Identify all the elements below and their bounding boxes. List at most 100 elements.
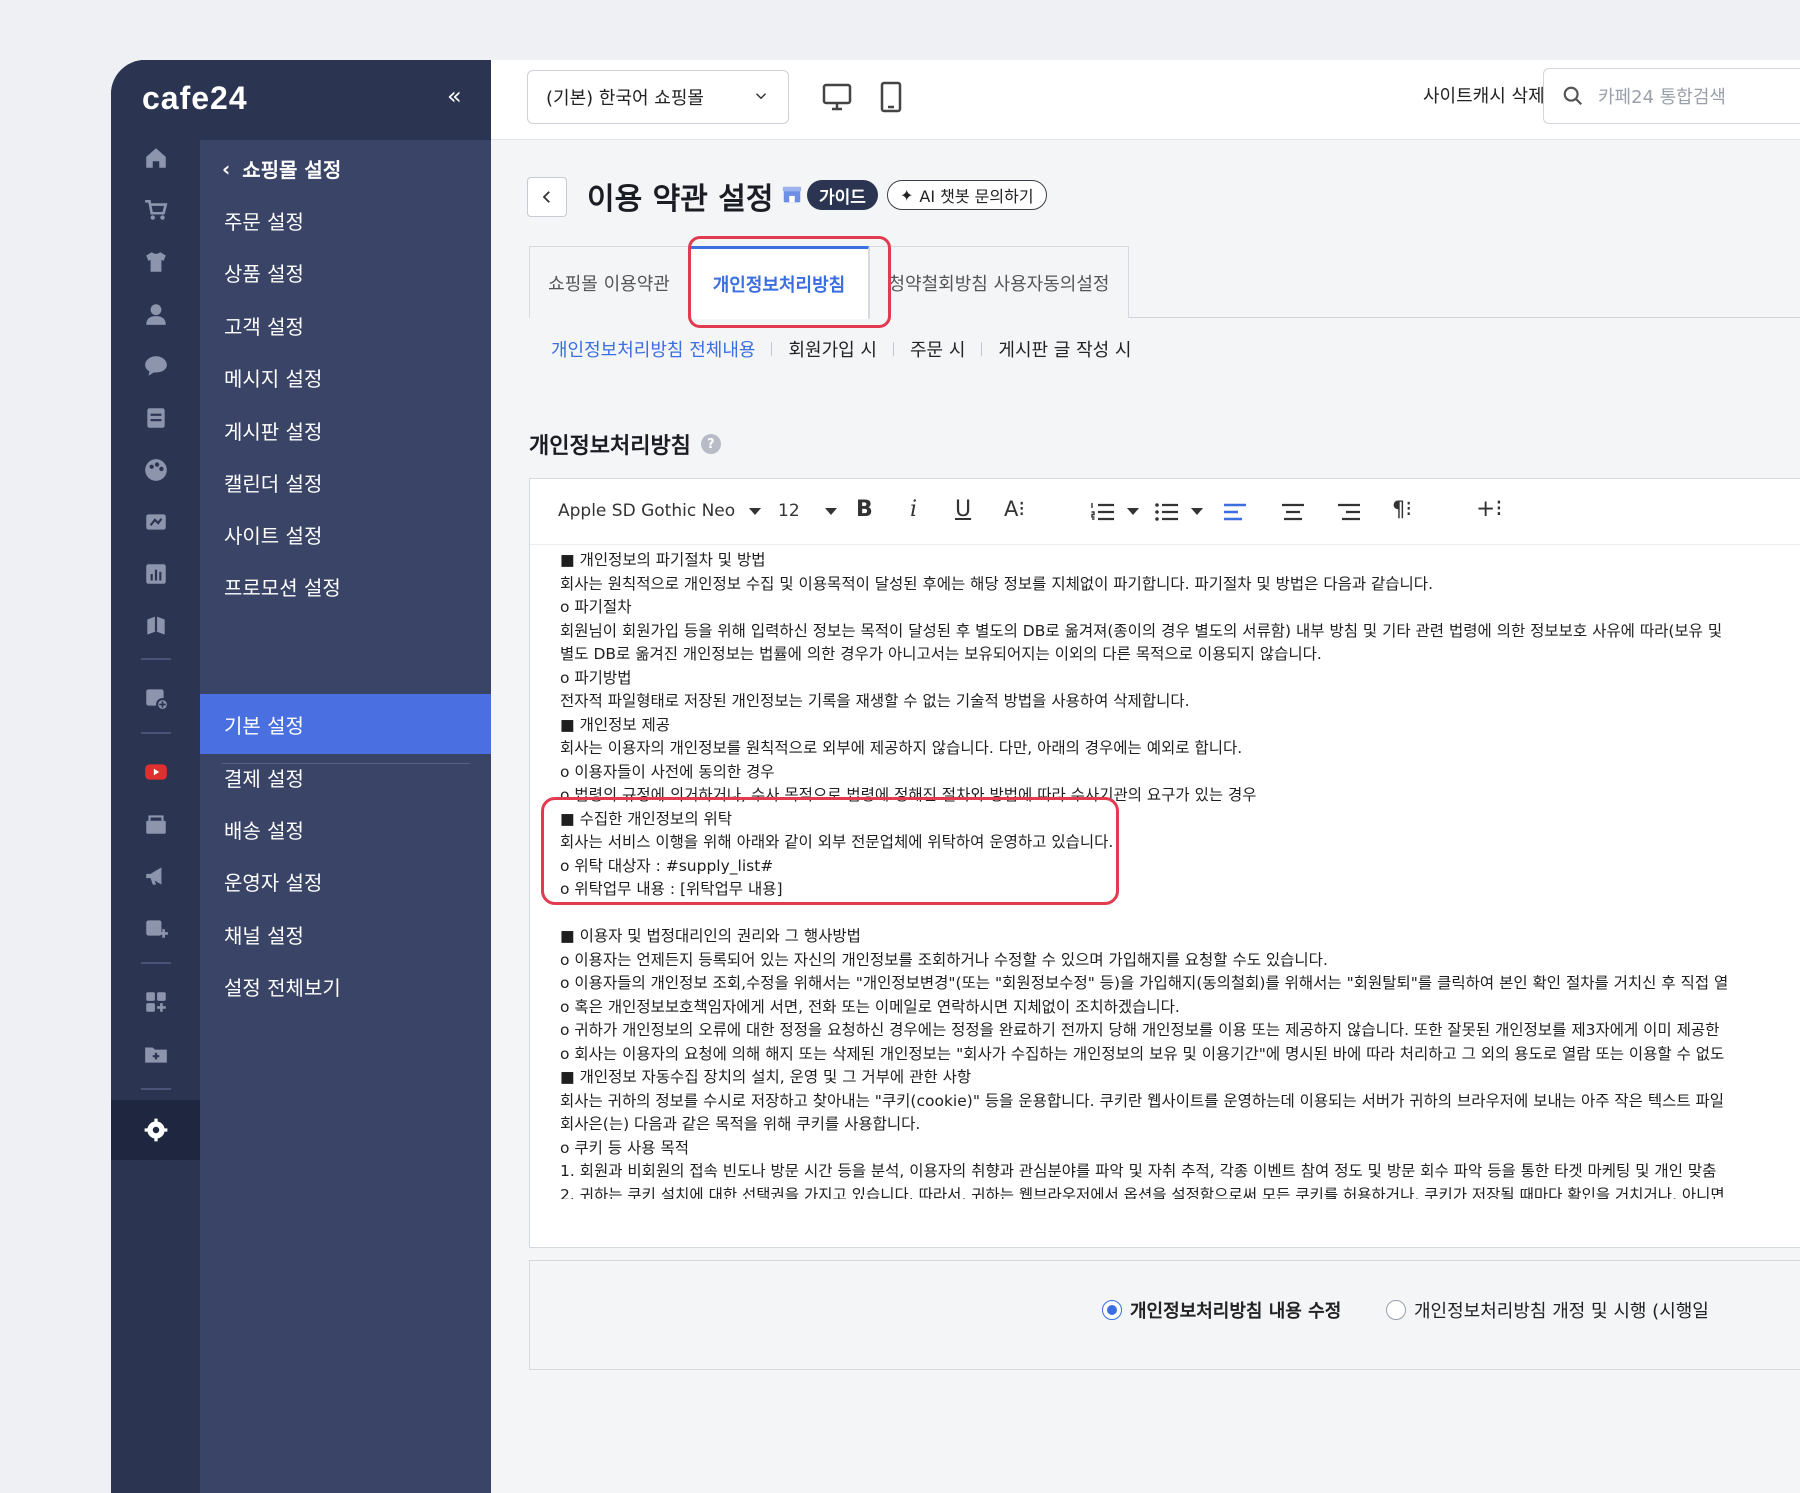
editor-line: 회사는 원칙적으로 개인정보 수집 및 이용목적이 달성된 후에는 해당 정보를…: [560, 574, 1433, 593]
editor-line: 1. 회원과 비회원의 접속 빈도나 방문 시간 등을 분석, 이용자의 취향과…: [560, 1162, 1717, 1180]
editor-line: o 이용자들이 사전에 동의한 경우: [560, 762, 775, 781]
app-add-icon[interactable]: [111, 902, 200, 954]
paragraph-icon[interactable]: ¶⁝: [1392, 497, 1412, 521]
font-color-icon[interactable]: A⁝: [1004, 497, 1025, 521]
align-left-icon[interactable]: [1222, 501, 1248, 523]
radio-edit-content-label: 개인정보처리방침 내용 수정: [1130, 1301, 1342, 1322]
submenu-item-product[interactable]: 상품 설정: [200, 242, 491, 302]
cart-icon[interactable]: [111, 184, 200, 236]
submenu-item-message[interactable]: 메시지 설정: [200, 347, 491, 407]
megaphone-icon[interactable]: [111, 850, 200, 902]
submenu-item-customer[interactable]: 고객 설정: [200, 295, 491, 355]
subtab-board-post[interactable]: 게시판 글 작성 시: [998, 336, 1131, 362]
submenu-back-button[interactable]: ‹ 쇼핑몰 설정: [222, 154, 341, 183]
ai-chatbot-label: AI 챗봇 문의하기: [919, 187, 1034, 206]
align-right-icon[interactable]: [1336, 501, 1362, 523]
editor-line: o 귀하가 개인정보의 오류에 대한 정정을 요청하신 경우에는 정정을 완료하…: [560, 1021, 1720, 1039]
tab-highlight-box: [688, 236, 891, 328]
settings-submenu: ‹ 쇼핑몰 설정 주문 설정 상품 설정 고객 설정 메시지 설정 게시판 설정…: [200, 140, 491, 1493]
font-size-select[interactable]: 12: [778, 501, 800, 521]
chevron-left-icon: ‹: [222, 156, 231, 181]
subtab-full[interactable]: 개인정보처리방침 전체내용: [551, 336, 755, 362]
desktop-icon[interactable]: [821, 80, 853, 114]
radio-selected-icon: [1102, 1300, 1122, 1320]
icon-rail: [111, 60, 200, 1493]
cafe24-logo[interactable]: cafe24: [142, 80, 248, 117]
user-icon[interactable]: [111, 288, 200, 340]
font-family-select[interactable]: Apple SD Gothic Neo: [558, 501, 735, 521]
italic-icon[interactable]: i: [910, 497, 917, 522]
search-input[interactable]: 카페24 통합검색: [1543, 68, 1800, 124]
board-icon[interactable]: [111, 392, 200, 444]
subtab-signup[interactable]: 회원가입 시: [788, 336, 877, 362]
chat-icon[interactable]: [111, 340, 200, 392]
radio-edit-content[interactable]: 개인정보처리방침 내용 수정: [1102, 1297, 1341, 1323]
search-icon: [1563, 86, 1583, 106]
bullet-list-icon[interactable]: [1154, 501, 1180, 523]
design-icon[interactable]: [111, 496, 200, 548]
ordered-list-icon[interactable]: [1090, 501, 1116, 523]
editor-line: o 파기방법: [560, 668, 632, 687]
help-icon[interactable]: ?: [700, 434, 721, 454]
book-icon[interactable]: [111, 600, 200, 652]
language-select[interactable]: (기본) 한국어 쇼핑몰: [527, 70, 789, 124]
submenu-item-all-settings[interactable]: 설정 전체보기: [200, 956, 491, 1016]
editor-line: o 파기절차: [560, 598, 632, 616]
align-center-icon[interactable]: [1280, 501, 1306, 523]
tshirt-icon[interactable]: [111, 236, 200, 288]
editor-toolbar: Apple SD Gothic Neo 12 B i U A⁝ ¶⁝ +⁝: [530, 479, 1800, 545]
more-tools-icon[interactable]: +⁝: [1476, 496, 1503, 522]
editor-line: o 쿠키 등 사용 목적: [560, 1138, 690, 1157]
subtab-order[interactable]: 주문 시: [910, 336, 965, 362]
submenu-item-basic[interactable]: 기본 설정: [200, 694, 491, 754]
caret-down-icon[interactable]: [1126, 507, 1140, 517]
youtube-icon[interactable]: [111, 746, 200, 798]
caret-down-icon[interactable]: [1190, 507, 1204, 517]
privacy-subtabs: 개인정보처리방침 전체내용 회원가입 시 주문 시 게시판 글 작성 시: [551, 336, 1131, 362]
submenu-item-operator[interactable]: 운영자 설정: [200, 851, 491, 911]
apps-icon[interactable]: [111, 976, 200, 1028]
calendar-add-icon[interactable]: [111, 672, 200, 724]
editor-line: ■ 개인정보 자동수집 장치의 설치, 운영 및 그 거부에 관한 사항: [560, 1068, 972, 1086]
submenu-item-promotion[interactable]: 프로모션 설정: [200, 556, 491, 616]
editor-line: 2. 귀하는 쿠키 설치에 대한 선택권을 가지고 있습니다. 따라서, 귀하는…: [560, 1185, 1725, 1200]
submenu-item-shipping[interactable]: 배송 설정: [200, 799, 491, 859]
radio-revise-enforce[interactable]: 개인정보처리방침 개정 및 시행 (시행일: [1386, 1297, 1709, 1323]
clear-cache-button[interactable]: 사이트캐시 삭제: [1423, 82, 1545, 108]
sparkle-icon: ✦: [900, 185, 914, 205]
underline-icon[interactable]: U: [955, 497, 971, 522]
caret-down-icon[interactable]: [824, 507, 838, 517]
top-bar: (기본) 한국어 쇼핑몰 사이트캐시 삭제 카페24 통합검색: [491, 60, 1800, 140]
submenu-title: 쇼핑몰 설정: [242, 158, 342, 182]
editor-line: 회원님이 회원가입 등을 위해 입력하신 정보는 목적이 달성된 후 별도의 D…: [560, 621, 1723, 640]
shop-preview-icon[interactable]: [781, 184, 803, 206]
chevron-left-icon: [542, 191, 550, 203]
editor-line: ■ 이용자 및 법정대리인의 권리와 그 행사방법: [560, 927, 861, 945]
palette-icon[interactable]: [111, 444, 200, 496]
submenu-item-channel[interactable]: 채널 설정: [200, 904, 491, 964]
tab-withdrawal-consent[interactable]: 청약철회방침 사용자동의설정: [869, 246, 1129, 318]
editor-line: o 회사는 이용자의 요청에 의해 해지 또는 삭제된 개인정보는 "회사가 수…: [560, 1044, 1725, 1063]
folder-add-icon[interactable]: [111, 1028, 200, 1080]
tab-shop-terms[interactable]: 쇼핑몰 이용약관: [529, 246, 689, 318]
guide-button[interactable]: 가이드: [807, 180, 878, 210]
admin-window: cafe24 « ‹ 쇼핑몰 설정 주문 설정 상품 설정 고객 설정 메시지 …: [111, 60, 1800, 1493]
ai-chatbot-button[interactable]: ✦ AI 챗봇 문의하기: [887, 180, 1047, 210]
store-icon[interactable]: [111, 798, 200, 850]
submenu-item-payment[interactable]: 결제 설정: [200, 747, 491, 807]
font-size-value: 12: [778, 501, 800, 521]
submenu-item-board[interactable]: 게시판 설정: [200, 400, 491, 460]
collapse-sidebar-icon[interactable]: «: [447, 82, 462, 110]
caret-down-icon[interactable]: [748, 507, 762, 517]
submenu-item-site[interactable]: 사이트 설정: [200, 504, 491, 564]
settings-gear-icon[interactable]: [111, 1100, 200, 1160]
editor-line: 별도 DB로 옮겨진 개인정보는 법률에 의한 경우가 아니고서는 보유되어지는…: [560, 645, 1322, 663]
stats-icon[interactable]: [111, 548, 200, 600]
editor-line: 회사는 귀하의 정보를 수시로 저장하고 찾아내는 "쿠키(cookie)" 등…: [560, 1091, 1725, 1110]
submenu-item-order[interactable]: 주문 설정: [200, 190, 491, 250]
bold-icon[interactable]: B: [856, 497, 873, 522]
submenu-item-calendar[interactable]: 캘린더 설정: [200, 452, 491, 512]
mobile-icon[interactable]: [875, 80, 907, 114]
back-button[interactable]: [527, 177, 567, 217]
